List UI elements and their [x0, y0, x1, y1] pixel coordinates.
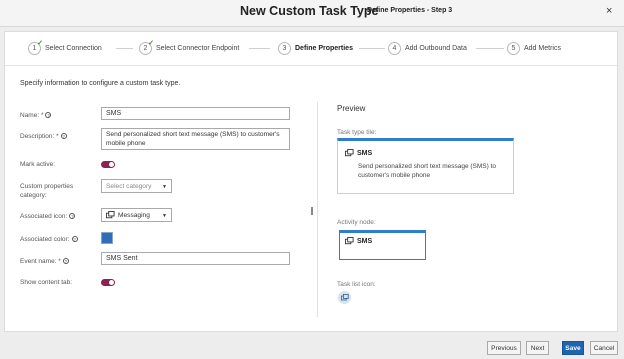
- associated-color-label-text: Associated color:: [20, 236, 70, 243]
- name-input[interactable]: SMS: [101, 107, 290, 120]
- step-label: Select Connector Endpoint: [156, 45, 240, 52]
- name-label: Name: *?: [20, 111, 52, 120]
- message-icon: [345, 237, 354, 245]
- tile-description: Send personalized short text message (SM…: [358, 163, 497, 179]
- step-number: 3: [278, 42, 291, 55]
- step-connector: [476, 48, 504, 49]
- dialog-titlebar: New Custom Task Type Define Properties -…: [0, 0, 624, 27]
- associated-icon-label-text: Associated icon:: [20, 213, 68, 220]
- step-subtitle: Define Properties - Step 3: [367, 7, 453, 14]
- help-icon[interactable]: ?: [60, 133, 67, 140]
- category-select[interactable]: Select category ▼: [101, 179, 172, 193]
- message-icon: [340, 293, 349, 300]
- previous-button[interactable]: Previous: [487, 341, 521, 355]
- step-connector: [249, 48, 270, 49]
- step-label: Select Connection: [45, 45, 102, 52]
- wizard-panel: 1 ✓ Select Connection 2 ✓ Select Connect…: [4, 31, 619, 332]
- step-define-properties[interactable]: 3 Define Properties: [278, 42, 353, 55]
- check-icon: ✓: [148, 40, 154, 47]
- task-list-icon-label: Task list icon:: [337, 281, 376, 288]
- category-label: Custom properties category:: [20, 182, 73, 200]
- step-number: 1 ✓: [28, 40, 43, 55]
- step-progress: 1 ✓ Select Connection 2 ✓ Select Connect…: [5, 32, 619, 66]
- show-content-tab-label: Show content tab:: [20, 279, 73, 286]
- show-content-tab-toggle[interactable]: [101, 279, 115, 286]
- step-select-connection[interactable]: 1 ✓ Select Connection: [28, 40, 102, 55]
- save-button[interactable]: Save: [562, 341, 584, 355]
- help-icon[interactable]: ?: [45, 112, 52, 119]
- message-icon: [345, 149, 354, 157]
- step-number-text: 5: [511, 45, 516, 52]
- mark-active-label: Mark active:: [20, 161, 56, 168]
- step-add-outbound-data[interactable]: 4 Add Outbound Data: [388, 42, 467, 55]
- splitter-handle[interactable]: [311, 207, 313, 215]
- step-number-text: 4: [392, 45, 397, 52]
- help-icon[interactable]: ?: [71, 236, 78, 243]
- description-textarea[interactable]: Send personalized short text message (SM…: [101, 128, 290, 150]
- node-name: SMS: [357, 238, 373, 245]
- tile-name: SMS: [357, 150, 373, 157]
- next-button[interactable]: Next: [526, 341, 549, 355]
- task-type-tile-label: Task type tile:: [337, 129, 377, 136]
- chevron-down-icon: ▼: [162, 213, 167, 219]
- event-name-label: Event name: *?: [20, 257, 69, 266]
- message-icon: [106, 210, 115, 218]
- associated-icon-select[interactable]: Messaging ▼: [101, 208, 172, 222]
- step-number-text: 2: [143, 45, 148, 52]
- step-number: 5: [507, 42, 520, 55]
- task-type-tile: SMS Send personalized short text message…: [337, 138, 514, 194]
- category-label-line2: category:: [20, 192, 47, 199]
- step-connector: [359, 48, 385, 49]
- task-list-icon: [338, 291, 351, 304]
- step-number: 4: [388, 42, 401, 55]
- category-label-line1: Custom properties: [20, 183, 74, 190]
- activity-node: SMS: [339, 230, 426, 260]
- associated-icon-label: Associated icon:?: [20, 212, 76, 221]
- check-icon: ✓: [37, 40, 43, 47]
- event-name-label-text: Event name: *: [20, 258, 61, 265]
- step-add-metrics[interactable]: 5 Add Metrics: [507, 42, 561, 55]
- intro-text: Specify information to configure a custo…: [20, 80, 181, 87]
- description-label: Description: *?: [20, 132, 67, 141]
- step-label: Define Properties: [295, 45, 353, 52]
- associated-icon-value: Messaging: [118, 211, 150, 219]
- mark-active-toggle[interactable]: [101, 161, 115, 168]
- step-connector: [116, 48, 133, 49]
- color-swatch[interactable]: [101, 232, 113, 244]
- cancel-button[interactable]: Cancel: [590, 341, 618, 355]
- toggle-knob: [109, 162, 114, 167]
- node-header: SMS: [345, 237, 372, 246]
- step-select-connector-endpoint[interactable]: 2 ✓ Select Connector Endpoint: [139, 40, 240, 55]
- preview-title: Preview: [337, 104, 366, 113]
- step-label: Add Metrics: [524, 45, 561, 52]
- close-icon[interactable]: ×: [606, 5, 612, 17]
- tile-header: SMS: [345, 149, 372, 158]
- category-placeholder: Select category: [106, 182, 152, 190]
- event-name-input[interactable]: SMS Sent: [101, 252, 290, 265]
- help-icon[interactable]: ?: [69, 213, 76, 220]
- panel-divider: [317, 102, 318, 317]
- step-number-text: 1: [32, 45, 37, 52]
- step-number-text: 3: [282, 45, 287, 52]
- step-label: Add Outbound Data: [405, 45, 467, 52]
- help-icon[interactable]: ?: [62, 258, 69, 265]
- dialog-title: New Custom Task Type: [240, 4, 379, 18]
- description-label-text: Description: *: [20, 133, 59, 140]
- activity-node-label: Activity node:: [337, 219, 376, 226]
- name-label-text: Name: *: [20, 112, 44, 119]
- chevron-down-icon: ▼: [162, 184, 167, 190]
- associated-color-label: Associated color:?: [20, 235, 78, 244]
- step-number: 2 ✓: [139, 40, 154, 55]
- toggle-knob: [109, 280, 114, 285]
